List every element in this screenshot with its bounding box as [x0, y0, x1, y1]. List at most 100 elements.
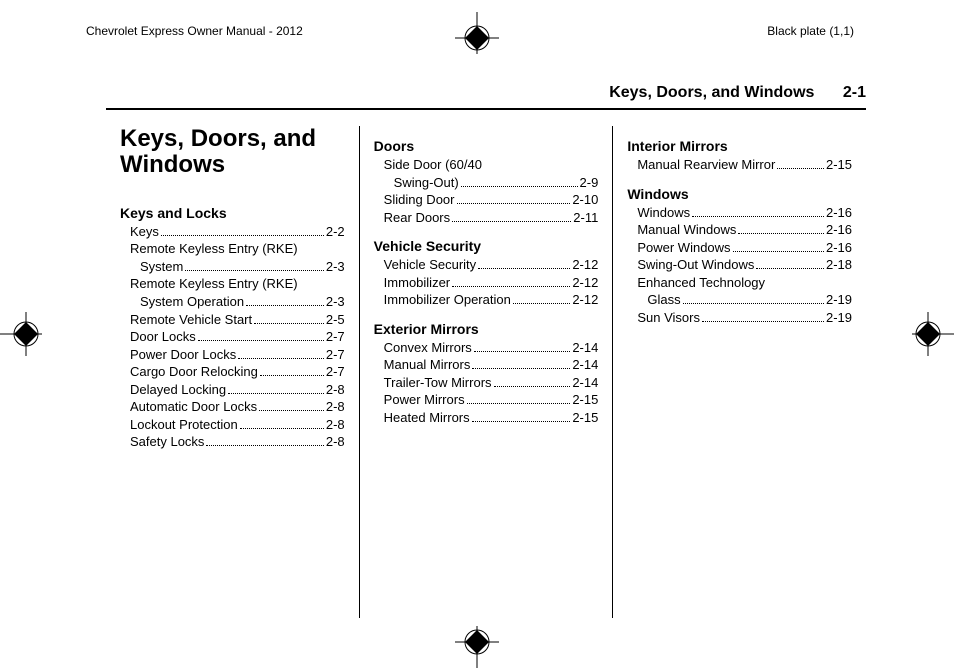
- section-heading: Vehicle Security: [374, 238, 599, 254]
- toc-label: Side Door (60/40: [384, 156, 482, 174]
- reg-mark-left: [0, 304, 44, 364]
- leader-dots: [683, 303, 824, 304]
- column-3: Interior MirrorsManual Rearview Mirror2-…: [612, 126, 866, 618]
- toc-entry: Keys2-2: [130, 223, 345, 241]
- toc-entry: Lockout Protection 2-8: [130, 416, 345, 434]
- toc-label: Windows: [637, 204, 690, 222]
- toc-label: Lockout Protection: [130, 416, 238, 434]
- toc-page: 2-19: [826, 309, 852, 327]
- reg-mark-right: [910, 304, 954, 364]
- toc-page: 2-8: [326, 416, 345, 434]
- toc-entry: Safety Locks2-8: [130, 433, 345, 451]
- toc-page: 2-8: [326, 433, 345, 451]
- toc-label: Manual Rearview Mirror: [637, 156, 775, 174]
- toc-label: Sliding Door: [384, 191, 455, 209]
- toc-entry: Side Door (60/40: [384, 156, 599, 174]
- leader-dots: [478, 268, 570, 269]
- leader-dots: [259, 410, 324, 411]
- toc-entry: Heated Mirrors 2-15: [384, 409, 599, 427]
- leader-dots: [457, 203, 571, 204]
- toc-label: Remote Keyless Entry (RKE): [130, 240, 298, 258]
- toc-page: 2-10: [572, 191, 598, 209]
- toc-entry: Vehicle Security2-12: [384, 256, 599, 274]
- toc-entry: Immobilizer Operation2-12: [384, 291, 599, 309]
- toc-entry: Convex Mirrors 2-14: [384, 339, 599, 357]
- leader-dots: [474, 351, 571, 352]
- toc-page: 2-14: [572, 339, 598, 357]
- toc-page: 2-16: [826, 221, 852, 239]
- toc-entry: Rear Doors2-11: [384, 209, 599, 227]
- leader-dots: [228, 393, 324, 394]
- section-heading: Doors: [374, 138, 599, 154]
- toc-label: Enhanced Technology: [637, 274, 765, 292]
- toc-entry: Windows 2-16: [637, 204, 852, 222]
- toc-entry-cont: Glass2-19: [647, 291, 852, 309]
- toc-entry: Sliding Door 2-10: [384, 191, 599, 209]
- toc-label: Trailer-Tow Mirrors: [384, 374, 492, 392]
- toc-entry-cont: Swing-Out)2-9: [394, 174, 599, 192]
- toc-page: 2-12: [572, 256, 598, 274]
- toc-entry: Sun Visors 2-19: [637, 309, 852, 327]
- manual-title: Chevrolet Express Owner Manual - 2012: [86, 24, 303, 38]
- running-head: Keys, Doors, and Windows 2-1: [106, 84, 866, 110]
- toc-entry: Power Door Locks2-7: [130, 346, 345, 364]
- toc-entry: Automatic Door Locks2-8: [130, 398, 345, 416]
- toc-label: Power Mirrors: [384, 391, 465, 409]
- leader-dots: [513, 303, 570, 304]
- leader-dots: [733, 251, 824, 252]
- toc-label: Remote Vehicle Start: [130, 311, 252, 329]
- leader-dots: [494, 386, 571, 387]
- plate-label: Black plate (1,1): [767, 24, 854, 38]
- toc-label: Convex Mirrors: [384, 339, 472, 357]
- toc-label: Rear Doors: [384, 209, 450, 227]
- section-heading: Exterior Mirrors: [374, 321, 599, 337]
- chapter-title: Keys, Doors, and Windows: [120, 126, 345, 179]
- toc-label: Power Door Locks: [130, 346, 236, 364]
- leader-dots: [692, 216, 824, 217]
- leader-dots: [246, 305, 324, 306]
- toc-page: 2-19: [826, 291, 852, 309]
- leader-dots: [238, 358, 324, 359]
- leader-dots: [472, 368, 570, 369]
- toc-entry: Remote Keyless Entry (RKE): [130, 240, 345, 258]
- toc-entry: Manual Mirrors 2-14: [384, 356, 599, 374]
- leader-dots: [185, 270, 324, 271]
- toc-entry: Remote Keyless Entry (RKE): [130, 275, 345, 293]
- toc-label: Heated Mirrors: [384, 409, 470, 427]
- toc-label: Manual Mirrors: [384, 356, 471, 374]
- toc-page: 2-15: [572, 409, 598, 427]
- toc-label: Swing-Out Windows: [637, 256, 754, 274]
- toc-page: 2-7: [326, 328, 345, 346]
- toc-label: Door Locks: [130, 328, 196, 346]
- column-1: Keys, Doors, and Windows Keys and Locks K…: [106, 126, 359, 618]
- section-heading: Keys and Locks: [120, 205, 345, 221]
- toc-entry: Power Mirrors2-15: [384, 391, 599, 409]
- toc-page: 2-12: [572, 274, 598, 292]
- toc-page: 2-16: [826, 204, 852, 222]
- toc-page: 2-7: [326, 363, 345, 381]
- toc-page: 2-8: [326, 398, 345, 416]
- leader-dots: [240, 428, 324, 429]
- toc-page: 2-14: [572, 356, 598, 374]
- toc-entry: Remote Vehicle Start2-5: [130, 311, 345, 329]
- toc-page: 2-14: [572, 374, 598, 392]
- leader-dots: [756, 268, 824, 269]
- leader-dots: [161, 235, 324, 236]
- toc-label: Immobilizer Operation: [384, 291, 511, 309]
- toc-label: System Operation: [140, 293, 244, 311]
- leader-dots: [452, 221, 571, 222]
- toc-entry: Delayed Locking2-8: [130, 381, 345, 399]
- leader-dots: [198, 340, 324, 341]
- toc-entry-cont: System2-3: [140, 258, 345, 276]
- toc-entry: Manual Windows 2-16: [637, 221, 852, 239]
- toc-label: Manual Windows: [637, 221, 736, 239]
- leader-dots: [702, 321, 824, 322]
- section-heading: Windows: [627, 186, 852, 202]
- toc-label: Sun Visors: [637, 309, 700, 327]
- toc-label: Power Windows: [637, 239, 730, 257]
- toc-label: Immobilizer: [384, 274, 450, 292]
- toc-label: Remote Keyless Entry (RKE): [130, 275, 298, 293]
- toc-label: Cargo Door Relocking: [130, 363, 258, 381]
- toc-entry: Enhanced Technology: [637, 274, 852, 292]
- toc-entry: Door Locks 2-7: [130, 328, 345, 346]
